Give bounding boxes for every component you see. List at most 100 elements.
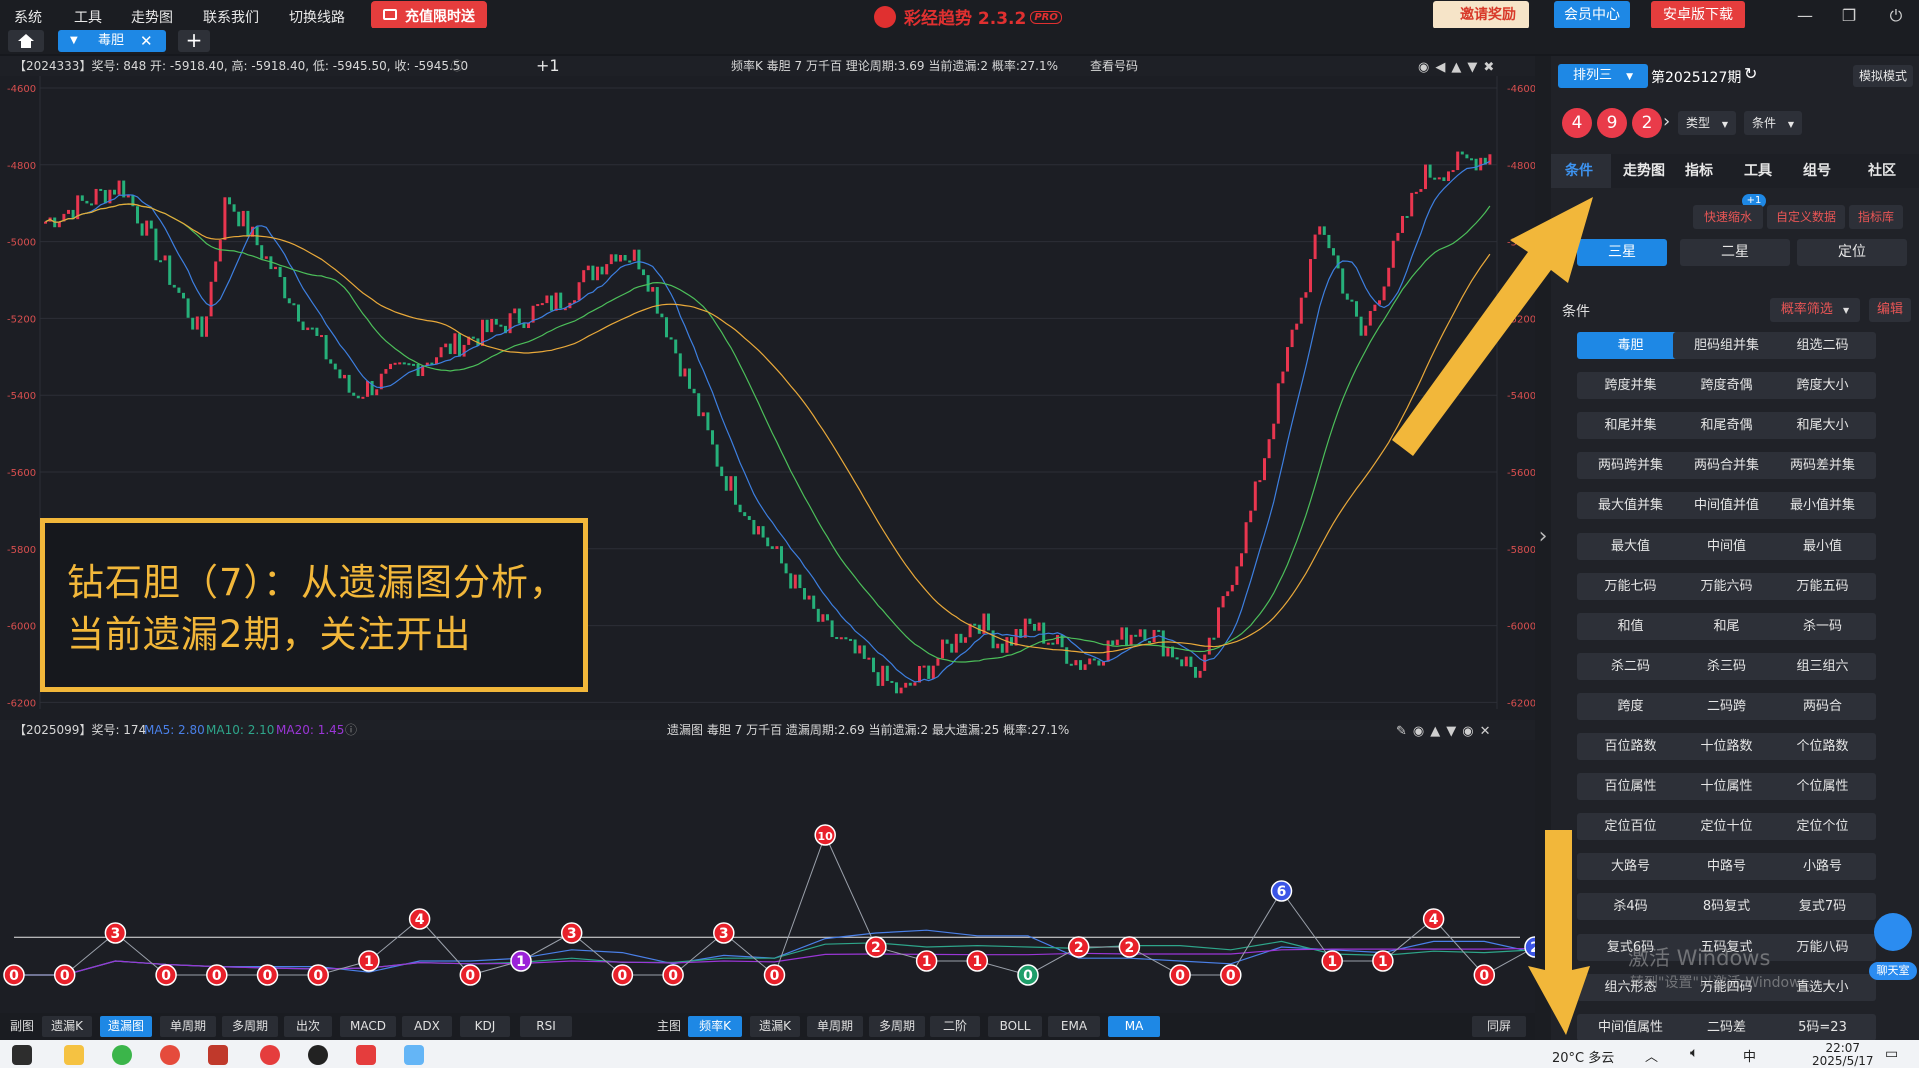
condition-1[interactable]: 毒胆 <box>1577 332 1684 359</box>
condition-38[interactable]: 定位十位 <box>1673 813 1780 841</box>
condition-5[interactable]: 跨度奇偶 <box>1673 372 1780 400</box>
condition-53[interactable]: 二码差 <box>1673 1013 1780 1041</box>
volume-icon[interactable]: 🔈︎ <box>1690 1045 1698 1061</box>
condition-34[interactable]: 百位属性 <box>1577 773 1684 801</box>
condition-13[interactable]: 最大值并集 <box>1577 492 1684 520</box>
condition-44[interactable]: 8码复式 <box>1673 893 1780 921</box>
condition-25[interactable]: 杀二码 <box>1577 652 1684 680</box>
type-select[interactable]: 类型 ▼ <box>1678 111 1736 135</box>
condition-26[interactable]: 杀三码 <box>1673 652 1780 680</box>
power-icon[interactable]: ⏻ <box>1885 6 1907 26</box>
condition-54[interactable]: 5码=23 <box>1769 1013 1876 1041</box>
view-numbers-link[interactable]: 查看号码 <box>1090 56 1138 76</box>
condition-27[interactable]: 组三组六 <box>1769 652 1876 680</box>
condition-6[interactable]: 跨度大小 <box>1769 372 1876 400</box>
main-single-period[interactable]: 单周期 <box>807 1016 863 1037</box>
condition-43[interactable]: 杀4码 <box>1577 893 1684 921</box>
sub-rsi[interactable]: RSI <box>520 1016 572 1037</box>
condition-21[interactable]: 万能五码 <box>1769 572 1876 600</box>
condition-14[interactable]: 中间值并值 <box>1673 492 1780 520</box>
minimize-icon[interactable]: — <box>1794 6 1816 26</box>
condition-48[interactable]: 万能八码 <box>1769 933 1876 961</box>
condition-35[interactable]: 十位属性 <box>1673 773 1780 801</box>
tab-tools[interactable]: 工具 <box>1744 160 1772 180</box>
wps-icon[interactable] <box>356 1045 376 1065</box>
condition-9[interactable]: 和尾大小 <box>1769 412 1876 440</box>
mode-two-star[interactable]: 二星 <box>1680 239 1790 266</box>
sub-macd[interactable]: MACD <box>340 1016 396 1037</box>
condition-8[interactable]: 和尾奇偶 <box>1673 412 1780 440</box>
main-omission-k[interactable]: 遗漏K <box>750 1016 800 1037</box>
main-multi-period[interactable]: 多周期 <box>869 1016 925 1037</box>
invite-reward-button[interactable]: 邀请奖励 <box>1433 1 1529 29</box>
sub-adx[interactable]: ADX <box>402 1016 452 1037</box>
tab-group-numbers[interactable]: 组号 <box>1803 160 1831 180</box>
tab-community[interactable]: 社区 <box>1868 160 1896 180</box>
menu-contact-us[interactable]: 联系我们 <box>203 7 259 27</box>
menu-switch-line[interactable]: 切换线路 <box>289 7 345 27</box>
add-tab-button[interactable]: + <box>178 30 210 52</box>
restore-icon[interactable]: ❐ <box>1838 6 1860 26</box>
sub-appearance[interactable]: 出次 <box>284 1016 332 1037</box>
main-frequency-k[interactable]: 频率K <box>688 1016 742 1037</box>
condition-23[interactable]: 和尾 <box>1673 612 1780 640</box>
indicator-library-button[interactable]: 指标库 <box>1849 205 1903 229</box>
menu-system[interactable]: 系统 <box>14 7 42 27</box>
tray-chevron-icon[interactable]: ︿ <box>1645 1046 1658 1065</box>
tab-indicators[interactable]: 指标 <box>1685 160 1713 180</box>
condition-32[interactable]: 十位路数 <box>1673 733 1780 760</box>
condition-40[interactable]: 大路号 <box>1577 853 1684 881</box>
close-icon[interactable]: ✕ <box>140 30 153 52</box>
lottery-select[interactable]: 排列三 ▼ <box>1558 64 1648 88</box>
help-icon[interactable]: ⓘ <box>451 56 463 76</box>
condition-7[interactable]: 和尾并集 <box>1577 412 1684 440</box>
main-ema[interactable]: EMA <box>1048 1016 1100 1037</box>
tab-conditions[interactable]: 条件 <box>1565 160 1593 180</box>
lower-chart-controls[interactable]: ✎◉▲▼◉✕ <box>1396 722 1496 742</box>
condition-19[interactable]: 万能七码 <box>1577 572 1684 600</box>
chat-room-button[interactable]: 聊天室 <box>1869 962 1917 980</box>
condition-28[interactable]: 跨度 <box>1577 692 1684 720</box>
tab-dropdown-icon[interactable]: ▼ <box>70 30 78 52</box>
qq-icon[interactable] <box>308 1045 328 1065</box>
condition-42[interactable]: 小路号 <box>1769 853 1876 881</box>
probability-filter-select[interactable]: 概率筛选 ▼ <box>1770 298 1860 322</box>
condition-11[interactable]: 两码合并集 <box>1673 452 1780 480</box>
condition-20[interactable]: 万能六码 <box>1673 572 1780 600</box>
condition-31[interactable]: 百位路数 <box>1577 733 1684 760</box>
ime-indicator[interactable]: 中 <box>1743 1046 1756 1065</box>
sub-kdj[interactable]: KDJ <box>460 1016 510 1037</box>
main-ma[interactable]: MA <box>1108 1016 1160 1037</box>
sub-omission-k[interactable]: 遗漏K <box>42 1016 92 1037</box>
upper-chart-controls[interactable]: ◉◀▲▼✖ <box>1418 58 1500 78</box>
recharge-promo-button[interactable]: 充值限时送 <box>371 1 487 29</box>
condition-16[interactable]: 最大值 <box>1577 532 1684 560</box>
menu-trend-chart[interactable]: 走势图 <box>131 7 173 27</box>
tab-trend-chart[interactable]: 走势图 <box>1623 160 1665 180</box>
condition-22[interactable]: 和值 <box>1577 612 1684 640</box>
member-center-button[interactable]: 会员中心 <box>1554 1 1630 29</box>
mode-position[interactable]: 定位 <box>1797 239 1907 266</box>
panel-collapse-icon[interactable]: › <box>1535 56 1551 1040</box>
caijing-app-icon[interactable] <box>260 1045 280 1065</box>
custom-data-button[interactable]: 自定义数据 <box>1767 205 1845 229</box>
condition-17[interactable]: 中间值 <box>1673 532 1780 560</box>
chat-bot-icon[interactable] <box>1874 913 1912 951</box>
app-icon[interactable] <box>208 1045 228 1065</box>
condition-4[interactable]: 跨度并集 <box>1577 372 1684 400</box>
notes-icon[interactable] <box>404 1045 424 1065</box>
condition-24[interactable]: 杀一码 <box>1769 612 1876 640</box>
help-icon-2[interactable]: ⓘ <box>345 720 357 740</box>
condition-select[interactable]: 条件 ▼ <box>1744 111 1802 135</box>
wechat-icon[interactable] <box>112 1045 132 1065</box>
main-boll[interactable]: BOLL <box>988 1016 1042 1037</box>
omission-chart[interactable]: 00300001401300301021102200611402 <box>0 740 1535 1013</box>
chevron-right-icon[interactable]: › <box>1663 111 1670 132</box>
condition-15[interactable]: 最小值并集 <box>1769 492 1876 520</box>
sub-single-period[interactable]: 单周期 <box>160 1016 216 1037</box>
condition-30[interactable]: 两码合 <box>1769 692 1876 720</box>
tab-dudan[interactable]: ▼ 毒胆 ✕ <box>58 30 166 52</box>
sub-multi-period[interactable]: 多周期 <box>222 1016 278 1037</box>
sub-omission-chart[interactable]: 遗漏图 <box>100 1016 152 1037</box>
edit-button[interactable]: 编辑 <box>1869 298 1911 322</box>
